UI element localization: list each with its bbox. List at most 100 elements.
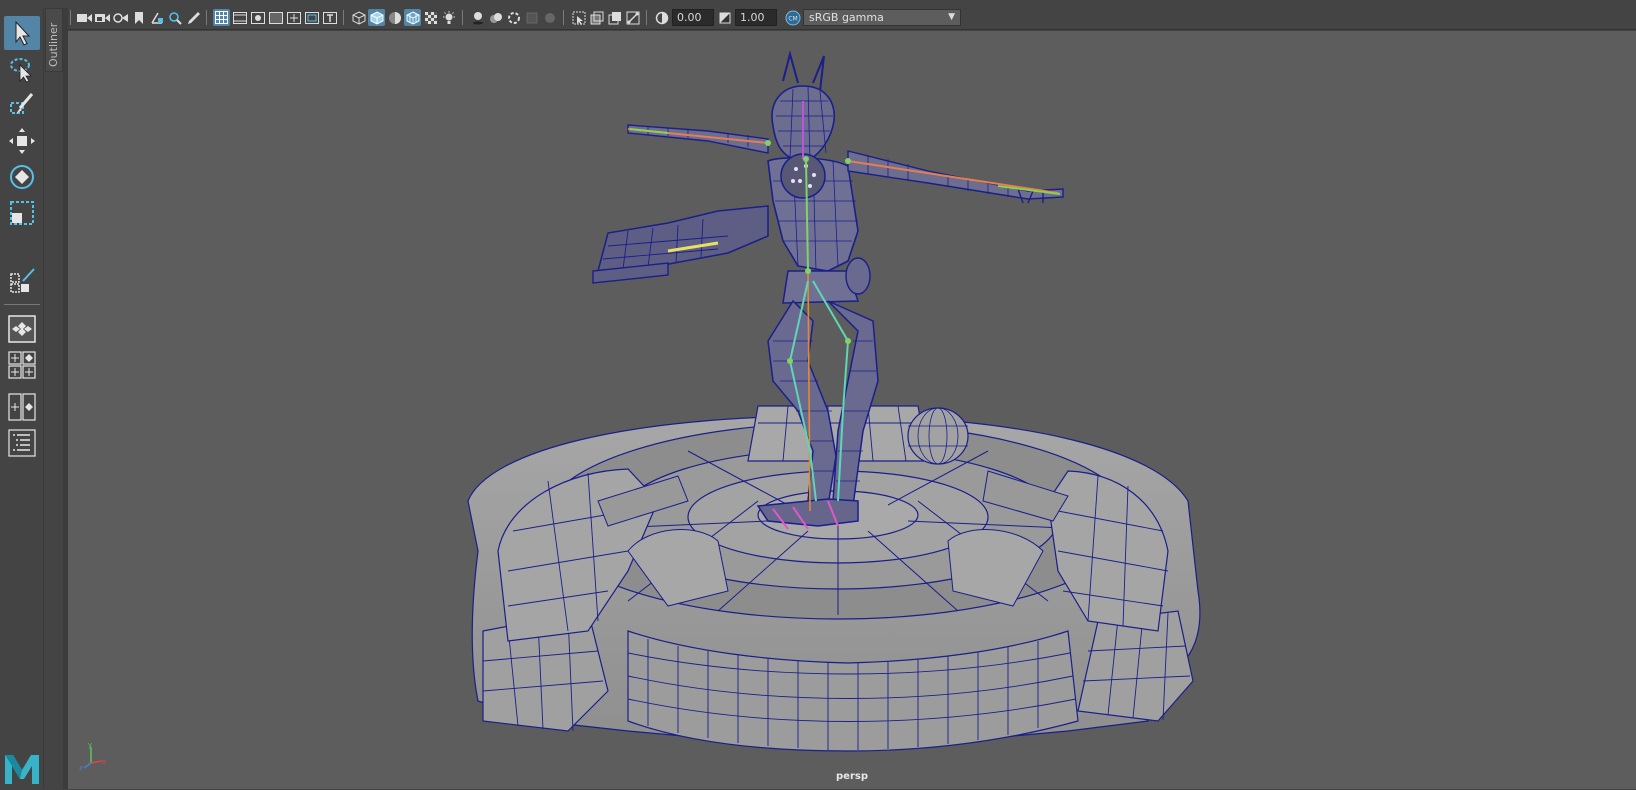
gate-mask-icon [268, 11, 283, 24]
image-plane-icon [150, 12, 163, 24]
camera-name-label: persp [836, 771, 868, 782]
material-icon [388, 11, 401, 24]
svg-text:x: x [102, 758, 106, 766]
perspective-viewport[interactable]: y x z persp [68, 31, 1636, 789]
xray-icon [590, 11, 603, 24]
two-view-layout-icon [8, 393, 36, 421]
camera-icon [77, 13, 92, 22]
lock-camera-button[interactable] [94, 9, 111, 26]
last-tool-icon [10, 268, 35, 293]
two-view-layout-button[interactable] [4, 390, 40, 424]
safe-title-button[interactable] [321, 9, 338, 26]
camera-attributes-icon [113, 12, 128, 23]
xray-joints-button[interactable] [624, 9, 641, 26]
axis-gizmo: y x z [76, 741, 106, 775]
xray-components-icon [608, 11, 621, 24]
bookmark-icon [134, 11, 143, 24]
select-tool-icon [15, 20, 31, 46]
outliner-layout-icon [8, 429, 36, 457]
anti-aliasing-icon [526, 12, 537, 23]
panel-toolbar: 0.00 1.00 CM sRGB gamma ▼ [68, 6, 1636, 30]
textured-button[interactable] [422, 9, 439, 26]
xray-active-components-button[interactable] [606, 9, 623, 26]
select-camera-button[interactable] [76, 9, 93, 26]
maya-logo [3, 752, 41, 786]
default-material-button[interactable] [386, 9, 403, 26]
outliner-layout-button[interactable] [4, 426, 40, 460]
gamma-icon [719, 12, 730, 23]
camera-lock-icon [95, 13, 110, 22]
rotate-tool-button[interactable] [4, 160, 40, 194]
bookmarks-button[interactable] [130, 9, 147, 26]
motion-blur-button[interactable] [505, 9, 522, 26]
grease-pencil-button[interactable] [184, 9, 201, 26]
exposure-icon [655, 11, 668, 24]
gate-mask-button[interactable] [267, 9, 284, 26]
ambient-occlusion-button[interactable] [487, 9, 504, 26]
wireframe-button[interactable] [350, 9, 367, 26]
last-tool-button[interactable] [4, 264, 40, 298]
paint-select-tool-icon [10, 93, 34, 114]
motion-blur-icon [507, 11, 520, 24]
pan-zoom-icon [168, 11, 182, 25]
pencil-icon [187, 11, 200, 24]
outliner-tab[interactable]: Outliner [45, 8, 63, 72]
svg-text:z: z [79, 764, 83, 771]
single-layout-icon [8, 315, 36, 343]
anti-aliasing-button[interactable] [523, 9, 540, 26]
resolution-gate-icon [250, 11, 265, 24]
svg-text:y: y [88, 741, 92, 749]
xray-button[interactable] [588, 9, 605, 26]
image-plane-button[interactable] [148, 9, 165, 26]
grid-icon [215, 11, 228, 24]
exposure-field[interactable]: 0.00 [672, 9, 714, 26]
smooth-shade-button[interactable] [368, 9, 385, 26]
view-transform-value: sRGB gamma [809, 11, 884, 24]
depth-of-field-button[interactable] [541, 9, 558, 26]
depth-of-field-icon [544, 12, 555, 23]
scale-tool-icon [10, 201, 34, 225]
four-view-layout-button[interactable] [4, 348, 40, 382]
view-transform-dropdown[interactable]: sRGB gamma ▼ [803, 9, 961, 26]
checker-icon [424, 11, 437, 24]
film-gate-icon [232, 11, 247, 24]
safe-action-button[interactable] [303, 9, 320, 26]
scale-tool-button[interactable] [4, 196, 40, 230]
lighting-button[interactable] [440, 9, 457, 26]
gamma-field[interactable]: 1.00 [735, 9, 777, 26]
exposure-button[interactable] [653, 9, 670, 26]
film-gate-button[interactable] [231, 9, 248, 26]
paint-select-tool-button[interactable] [4, 88, 40, 122]
rotate-tool-icon [10, 165, 34, 189]
camera-attributes-button[interactable] [112, 9, 129, 26]
lasso-tool-button[interactable] [4, 52, 40, 86]
field-chart-button[interactable] [285, 9, 302, 26]
chevron-down-icon: ▼ [948, 12, 955, 22]
shadow-sphere-icon [472, 11, 483, 24]
isolate-select-icon [572, 11, 585, 25]
move-tool-icon [9, 128, 35, 154]
grid-toggle-button[interactable] [213, 9, 230, 26]
shadows-button[interactable] [469, 9, 486, 26]
single-layout-button[interactable] [4, 312, 40, 346]
color-management-button[interactable]: CM [784, 9, 801, 26]
safe-action-icon [304, 11, 319, 24]
smooth-shade-icon [370, 10, 383, 25]
field-chart-icon [286, 11, 301, 24]
four-view-layout-icon [8, 351, 36, 379]
light-bulb-icon [442, 10, 455, 24]
maya-window: Outliner 0.00 1.00 CM sRGB gamma ▼ y x z… [0, 0, 1636, 789]
lasso-tool-icon [10, 58, 32, 83]
move-tool-button[interactable] [4, 124, 40, 158]
wireframe-on-shaded-button[interactable] [404, 9, 421, 26]
occlusion-icon [489, 12, 502, 23]
wireframe-on-shaded-icon [406, 10, 419, 25]
2d-pan-zoom-button[interactable] [166, 9, 183, 26]
isolate-select-button[interactable] [570, 9, 587, 26]
select-tool-button[interactable] [4, 16, 40, 50]
toolbox [0, 8, 44, 789]
xray-joints-icon [626, 11, 639, 24]
safe-title-icon [322, 11, 337, 24]
resolution-gate-button[interactable] [249, 9, 266, 26]
gamma-button[interactable] [716, 9, 733, 26]
